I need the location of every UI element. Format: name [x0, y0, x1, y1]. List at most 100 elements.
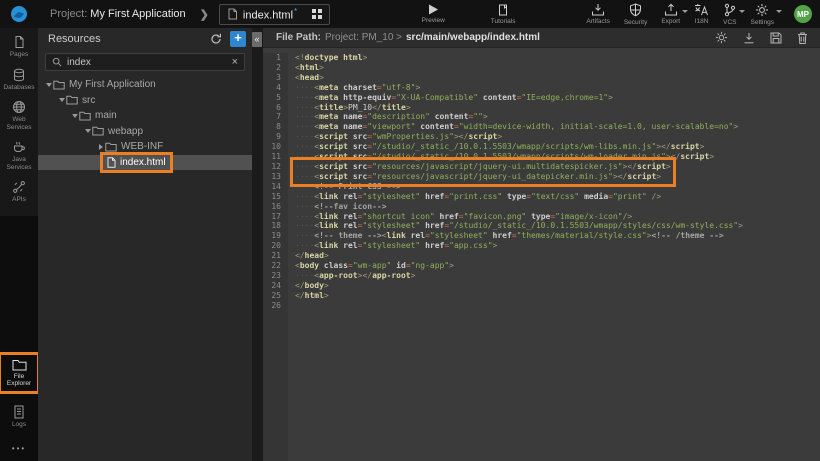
code-line-24[interactable]: </body>	[295, 281, 820, 291]
code-line-10[interactable]: ····<script src="/studio/_static_/10.0.1…	[295, 142, 820, 152]
editor-settings-gear-icon[interactable]	[715, 31, 728, 44]
tree-item-web-inf[interactable]: WEB-INF	[38, 139, 252, 155]
settings-gear-icon	[755, 3, 769, 17]
more-options-icon[interactable]: •••	[0, 440, 38, 457]
code-line-3[interactable]: <head>	[295, 73, 820, 83]
caret-down-icon[interactable]	[85, 129, 91, 133]
caret-down-icon[interactable]	[59, 98, 65, 102]
line-number[interactable]: 15	[263, 192, 281, 202]
vcs-button[interactable]: VCS	[723, 3, 736, 26]
line-number-gutter[interactable]: 1234567891011121314151617181920212223242…	[263, 53, 288, 461]
sidebar-item-pages[interactable]: Pages	[0, 30, 38, 63]
code-line-17[interactable]: ····<link rel="shortcut icon" href="favi…	[295, 212, 820, 222]
line-number[interactable]: 3	[263, 73, 281, 83]
caret-right-icon[interactable]	[99, 144, 103, 150]
code-line-26[interactable]	[295, 301, 820, 311]
file-path-project: Project: PM_10 >	[325, 32, 402, 43]
code-line-8[interactable]: ····<meta name="viewport" content="width…	[295, 122, 820, 132]
tree-item-webapp[interactable]: webapp	[38, 124, 252, 140]
code-line-12[interactable]: ····<script src="resources/javascript/jq…	[295, 162, 671, 172]
add-resource-button[interactable]: +	[230, 31, 246, 47]
chevron-right-icon[interactable]: ❯	[200, 8, 209, 21]
i18n-button[interactable]: I18N	[694, 3, 709, 25]
brand-logo-icon	[10, 5, 28, 23]
line-number[interactable]: 19	[263, 231, 281, 241]
code-line-18[interactable]: ····<link rel="stylesheet" href="/studio…	[295, 221, 820, 231]
line-number[interactable]: 4	[263, 83, 281, 93]
code-line-22[interactable]: <body class="wm-app" id="ng-app">	[295, 261, 820, 271]
code-line-13[interactable]: ····<script src="resources/javascript/jq…	[295, 172, 671, 182]
settings-button[interactable]: Settings	[751, 3, 775, 26]
line-number[interactable]: 2	[263, 63, 281, 73]
save-file-icon[interactable]	[770, 32, 782, 44]
line-number[interactable]: 26	[263, 301, 281, 311]
security-button[interactable]: Security	[624, 3, 647, 26]
sidebar-item-databases[interactable]: Databases	[0, 63, 38, 96]
code-line-9[interactable]: ····<script src="wmProperties.js"></scri…	[295, 132, 820, 142]
line-number[interactable]: 12	[263, 162, 281, 172]
export-button[interactable]: Export	[661, 3, 680, 25]
user-avatar[interactable]: MP	[794, 5, 812, 23]
line-number[interactable]: 25	[263, 291, 281, 301]
dashboard-grid-icon[interactable]	[312, 9, 322, 19]
code-line-14[interactable]: ····<!-- Print CSS -->	[295, 182, 820, 192]
code-line-20[interactable]: ····<link rel="stylesheet" href="app.css…	[295, 241, 820, 251]
line-number[interactable]: 9	[263, 132, 281, 142]
sidebar-item-file-explorer[interactable]: File Explorer	[0, 354, 38, 392]
code-line-1[interactable]: <!doctype html>	[295, 53, 820, 63]
caret-down-icon[interactable]	[72, 114, 78, 118]
code-content[interactable]: <!doctype html><html><head>····<meta cha…	[288, 53, 820, 461]
tutorials-button[interactable]: Tutorials	[491, 4, 516, 25]
code-line-25[interactable]: </html>	[295, 291, 820, 301]
line-number[interactable]: 22	[263, 261, 281, 271]
clear-search-icon[interactable]: ×	[232, 56, 238, 68]
line-number[interactable]: 13	[263, 172, 281, 182]
line-number[interactable]: 16	[263, 202, 281, 212]
code-line-2[interactable]: <html>	[295, 63, 820, 73]
sidebar-item-logs[interactable]: Logs	[0, 400, 38, 433]
code-line-6[interactable]: ····<title>PM_10</title>	[295, 103, 820, 113]
artifacts-button[interactable]: Artifacts	[586, 3, 609, 25]
line-number[interactable]: 11	[263, 152, 281, 162]
line-number[interactable]: 10	[263, 142, 281, 152]
app-logo[interactable]	[0, 5, 38, 23]
preview-button[interactable]: Preview	[422, 4, 445, 24]
sidebar-item-apis[interactable]: APIs	[0, 175, 38, 208]
code-line-23[interactable]: ····<app-root></app-root>	[295, 271, 820, 281]
code-line-5[interactable]: ····<meta http-equiv="X-UA-Compatible" c…	[295, 93, 820, 103]
code-line-15[interactable]: ····<link rel="stylesheet" href="print.c…	[295, 192, 820, 202]
play-icon	[427, 4, 439, 15]
line-number[interactable]: 14	[263, 182, 281, 192]
code-line-19[interactable]: ····<!-- theme --><link rel="stylesheet"…	[295, 231, 820, 241]
line-number[interactable]: 24	[263, 281, 281, 291]
sidebar-item-java-services[interactable]: Java Services	[0, 135, 38, 175]
line-number[interactable]: 7	[263, 112, 281, 122]
line-number[interactable]: 5	[263, 93, 281, 103]
delete-file-icon[interactable]	[797, 32, 808, 44]
tree-item-my-first-application[interactable]: My First Application	[38, 77, 252, 93]
tree-item-main[interactable]: main	[38, 108, 252, 124]
code-line-11[interactable]: ····<script src="/studio/_static_/10.0.1…	[295, 152, 820, 162]
line-number[interactable]: 23	[263, 271, 281, 281]
line-number[interactable]: 21	[263, 251, 281, 261]
search-input[interactable]	[67, 57, 227, 68]
caret-down-icon[interactable]	[46, 83, 52, 87]
line-number[interactable]: 20	[263, 241, 281, 251]
tree-item-index-html[interactable]: index.html	[38, 155, 252, 171]
sidebar-item-web-services[interactable]: Web Services	[0, 95, 38, 135]
code-line-21[interactable]: </head>	[295, 251, 820, 261]
line-number[interactable]: 6	[263, 103, 281, 113]
line-number[interactable]: 18	[263, 221, 281, 231]
download-file-icon[interactable]	[743, 32, 755, 44]
code-line-4[interactable]: ····<meta charset="utf-8">	[295, 83, 820, 93]
tree-item-src[interactable]: src	[38, 93, 252, 109]
collapse-panel-button[interactable]: «	[252, 32, 262, 47]
refresh-icon[interactable]	[210, 33, 222, 45]
top-bar: Project: My First Application ❯ index.ht…	[0, 0, 820, 28]
line-number[interactable]: 17	[263, 212, 281, 222]
code-line-7[interactable]: ····<meta name="description" content="">	[295, 112, 820, 122]
tab-index-html[interactable]: index.html*	[219, 4, 330, 25]
line-number[interactable]: 1	[263, 53, 281, 63]
code-line-16[interactable]: ····<!--fav icon-->	[295, 202, 820, 212]
line-number[interactable]: 8	[263, 122, 281, 132]
